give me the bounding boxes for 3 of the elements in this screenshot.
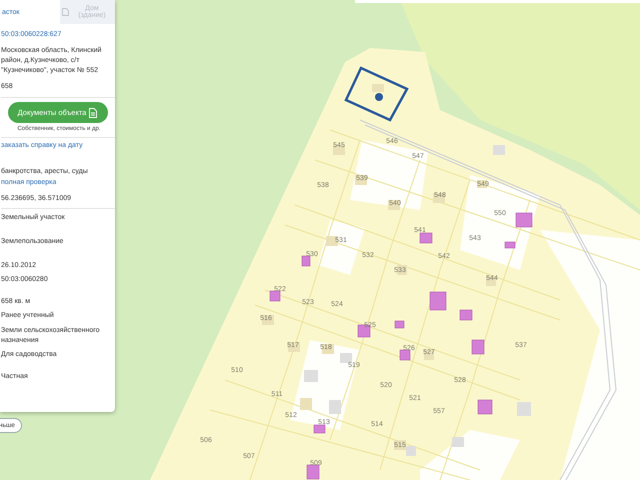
selected-plot-marker[interactable] (344, 66, 409, 122)
document-icon (89, 108, 98, 118)
document-icon (62, 8, 69, 16)
